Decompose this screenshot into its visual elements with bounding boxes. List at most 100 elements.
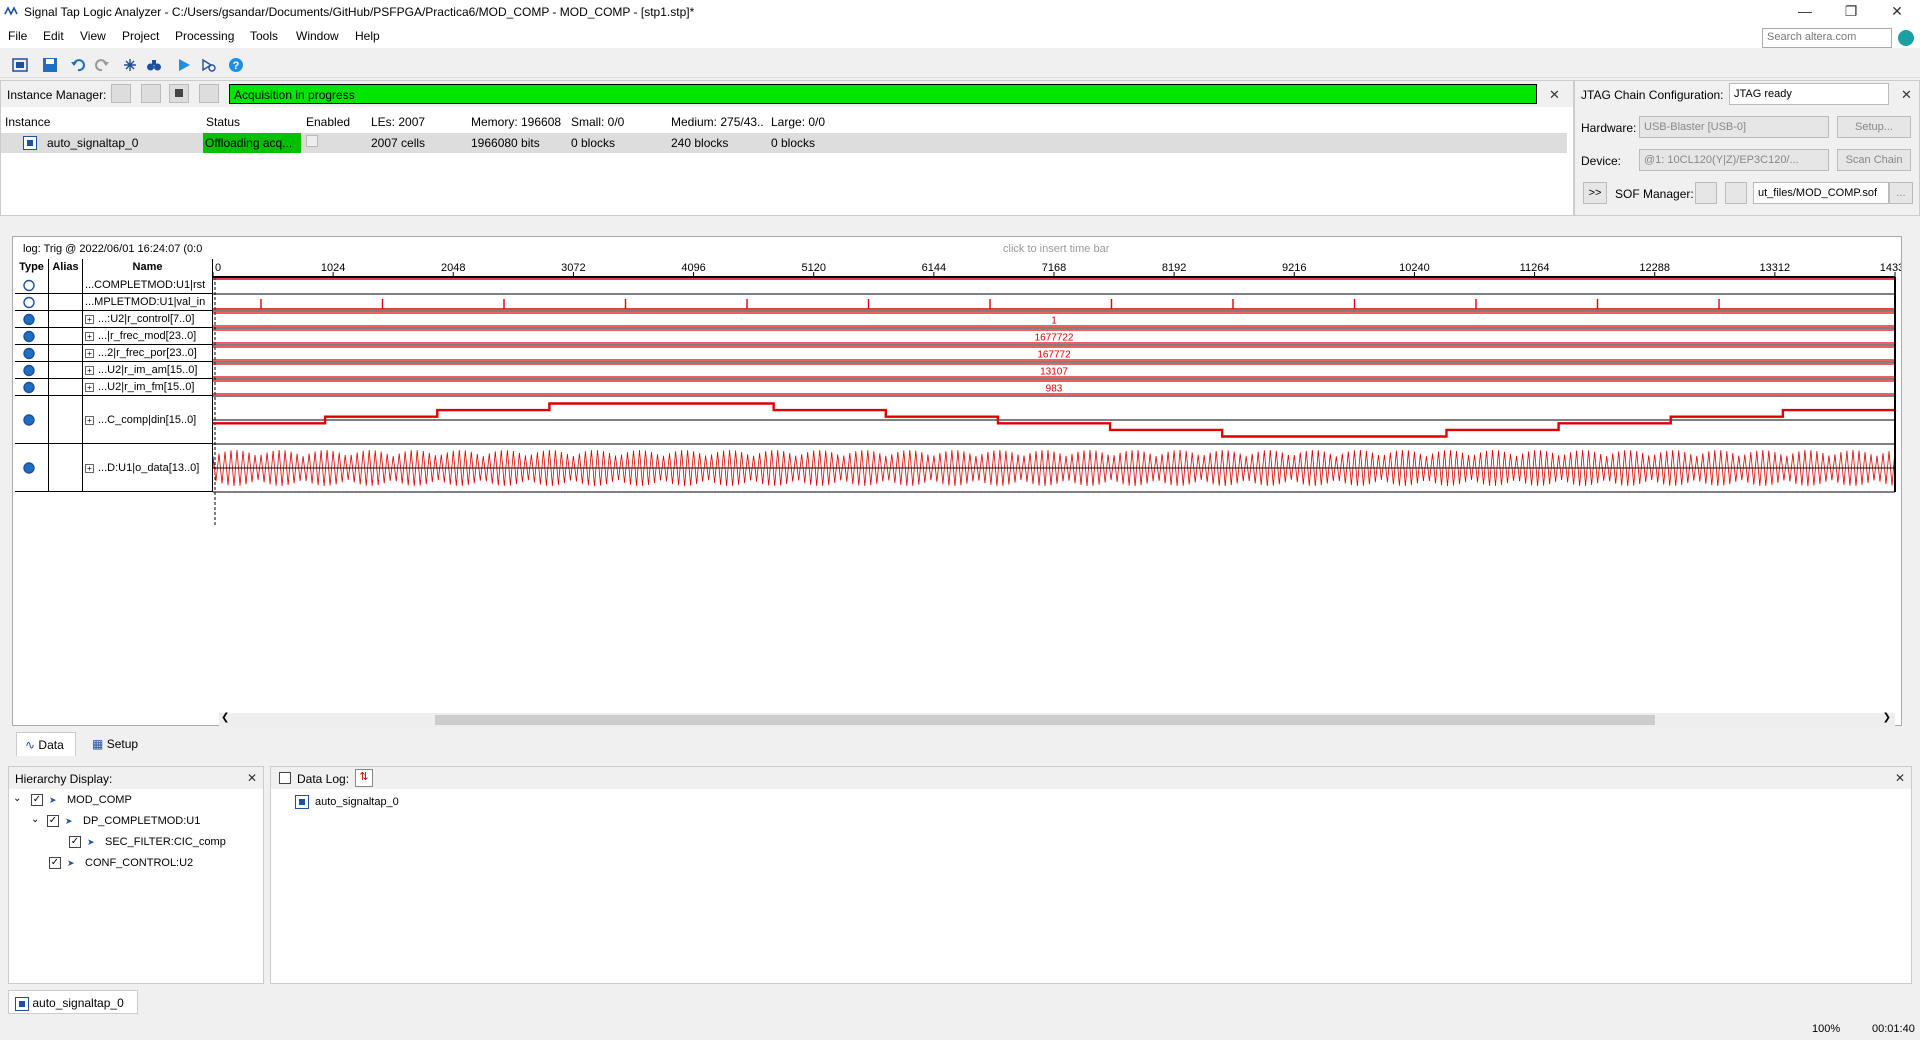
minimize-button[interactable]: — [1782, 0, 1828, 24]
data-log-checkbox[interactable] [279, 772, 291, 784]
menu-help[interactable]: Help [355, 29, 380, 43]
attach-icon[interactable] [1725, 182, 1747, 204]
program-device-icon[interactable] [1695, 182, 1717, 204]
checkbox[interactable]: ✓ [31, 794, 43, 806]
signal-alias[interactable] [49, 311, 83, 327]
signal-alias[interactable] [49, 379, 83, 395]
horizontal-scrollbar[interactable]: ❮ ❯ [219, 712, 1895, 727]
refresh-button[interactable] [141, 84, 161, 103]
tree-item[interactable]: ✓ ➤ SEC_FILTER:CIC_comp [69, 835, 259, 853]
signal-row[interactable]: ...MPLETMOD:U1|val_in [15, 294, 213, 311]
checkbox[interactable]: ✓ [69, 836, 81, 848]
setup-button[interactable]: Setup... [1837, 116, 1911, 138]
column-small[interactable]: Small: 0/0 [571, 115, 624, 129]
signal-alias[interactable] [49, 328, 83, 344]
close-icon[interactable]: ✕ [1549, 87, 1560, 103]
instance-icon[interactable] [12, 57, 28, 73]
signal-name[interactable]: + ...:U2|r_control[7..0] [83, 311, 213, 327]
globe-icon[interactable] [1898, 30, 1914, 46]
search-input[interactable]: Search altera.com [1762, 28, 1892, 48]
binoculars-icon[interactable] [146, 57, 162, 73]
signal-name[interactable]: ...MPLETMOD:U1|val_in [83, 294, 213, 310]
signal-name[interactable]: + ...U2|r_im_am[15..0] [83, 362, 213, 378]
signal-row[interactable]: + ...U2|r_im_am[15..0] [15, 362, 213, 379]
chevron-down-icon[interactable]: ⌄ [13, 793, 21, 804]
signal-name[interactable]: + ...2|r_frec_por[23..0] [83, 345, 213, 361]
help-icon[interactable]: ? [228, 57, 244, 73]
close-icon[interactable]: ✕ [1901, 87, 1912, 103]
column-name[interactable]: Name [83, 259, 213, 277]
expand-icon[interactable]: + [85, 366, 94, 375]
tab-data[interactable]: ∿ Data [16, 732, 76, 756]
read-data-button[interactable] [199, 84, 219, 103]
list-item[interactable]: auto_signaltap_0 [295, 795, 495, 813]
menu-project[interactable]: Project [122, 29, 159, 43]
scroll-left-icon[interactable]: ❮ [221, 712, 229, 723]
menu-edit[interactable]: Edit [43, 29, 64, 43]
menu-tools[interactable]: Tools [250, 29, 278, 43]
node-finder-icon[interactable] [122, 57, 138, 73]
signal-name[interactable]: + ...D:U1|o_data[13..0] [83, 444, 213, 491]
close-icon[interactable]: ✕ [247, 771, 257, 785]
signal-row[interactable]: + ...U2|r_im_fm[15..0] [15, 379, 213, 396]
column-type[interactable]: Type [15, 259, 49, 277]
table-row[interactable]: auto_signaltap_0 Offloading acq... 2007 … [1, 133, 1567, 153]
save-icon[interactable] [42, 57, 58, 73]
column-instance[interactable]: Instance [5, 115, 50, 129]
signal-alias[interactable] [49, 277, 83, 293]
chevron-down-icon[interactable]: ⌄ [31, 814, 39, 825]
run-analysis-icon[interactable] [176, 57, 192, 73]
expand-icon[interactable]: + [85, 332, 94, 341]
column-alias[interactable]: Alias [49, 259, 83, 277]
column-enabled[interactable]: Enabled [306, 115, 350, 129]
instance-tab[interactable]: auto_signaltap_0 [8, 990, 138, 1014]
autorun-button[interactable] [111, 84, 131, 103]
redo-icon[interactable] [94, 57, 110, 73]
tree-item[interactable]: ⌄ ✓ ➤ MOD_COMP [13, 793, 253, 811]
insert-time-bar-hint[interactable]: click to insert time bar [1003, 243, 1109, 255]
undo-icon[interactable] [70, 57, 86, 73]
scroll-right-icon[interactable]: ❯ [1883, 712, 1891, 723]
restore-button[interactable]: ❐ [1828, 0, 1874, 24]
stop-button[interactable] [169, 84, 189, 103]
column-medium[interactable]: Medium: 275/43.. [671, 115, 764, 129]
expand-button[interactable]: >> [1583, 182, 1607, 204]
menu-file[interactable]: File [8, 29, 27, 43]
hardware-select[interactable]: USB-Blaster [USB-0] [1639, 116, 1829, 138]
checkbox[interactable]: ✓ [49, 857, 61, 869]
device-select[interactable]: @1: 10CL120(Y|Z)/EP3C120/... [1639, 149, 1829, 171]
enabled-checkbox[interactable] [306, 135, 318, 147]
sof-file-field[interactable]: ut_files/MOD_COMP.sof [1753, 182, 1889, 204]
autorun-analysis-icon[interactable] [200, 57, 216, 73]
signal-name[interactable]: + ...U2|r_im_fm[15..0] [83, 379, 213, 395]
expand-icon[interactable]: + [85, 315, 94, 324]
signal-row[interactable]: ...COMPLETMOD:U1|rst [15, 277, 213, 294]
expand-icon[interactable]: + [85, 416, 94, 425]
signal-alias[interactable] [49, 444, 83, 491]
signal-alias[interactable] [49, 294, 83, 310]
expand-icon[interactable]: + [85, 464, 94, 473]
scan-chain-button[interactable]: Scan Chain [1837, 149, 1911, 171]
signal-row[interactable]: + ...:U2|r_control[7..0] [15, 311, 213, 328]
data-log-icon[interactable]: ⇅ [355, 769, 373, 787]
browse-button[interactable]: ... [1889, 182, 1913, 204]
signal-row[interactable]: + ...2|r_frec_por[23..0] [15, 345, 213, 362]
expand-icon[interactable]: + [85, 349, 94, 358]
waveform-plot[interactable]: 0 1024 2048 3072 4096 5120 6144 7168 8192 9216 102… [213, 259, 1901, 529]
column-status[interactable]: Status [206, 115, 240, 129]
tab-setup[interactable]: ▦ Setup [84, 732, 154, 756]
tree-item[interactable]: ⌄ ✓ ➤ DP_COMPLETMOD:U1 [31, 814, 251, 832]
menu-processing[interactable]: Processing [175, 29, 234, 43]
close-window-button[interactable]: ✕ [1874, 0, 1920, 24]
column-large[interactable]: Large: 0/0 [771, 115, 825, 129]
expand-icon[interactable]: + [85, 383, 94, 392]
scrollbar-thumb[interactable] [435, 715, 1655, 725]
close-icon[interactable]: ✕ [1895, 771, 1905, 785]
column-les[interactable]: LEs: 2007 [371, 115, 425, 129]
signal-alias[interactable] [49, 345, 83, 361]
column-memory[interactable]: Memory: 196608 [471, 115, 561, 129]
checkbox[interactable]: ✓ [47, 815, 59, 827]
signal-alias[interactable] [49, 362, 83, 378]
signal-alias[interactable] [49, 396, 83, 443]
signal-row[interactable]: + ...D:U1|o_data[13..0] [15, 444, 213, 492]
